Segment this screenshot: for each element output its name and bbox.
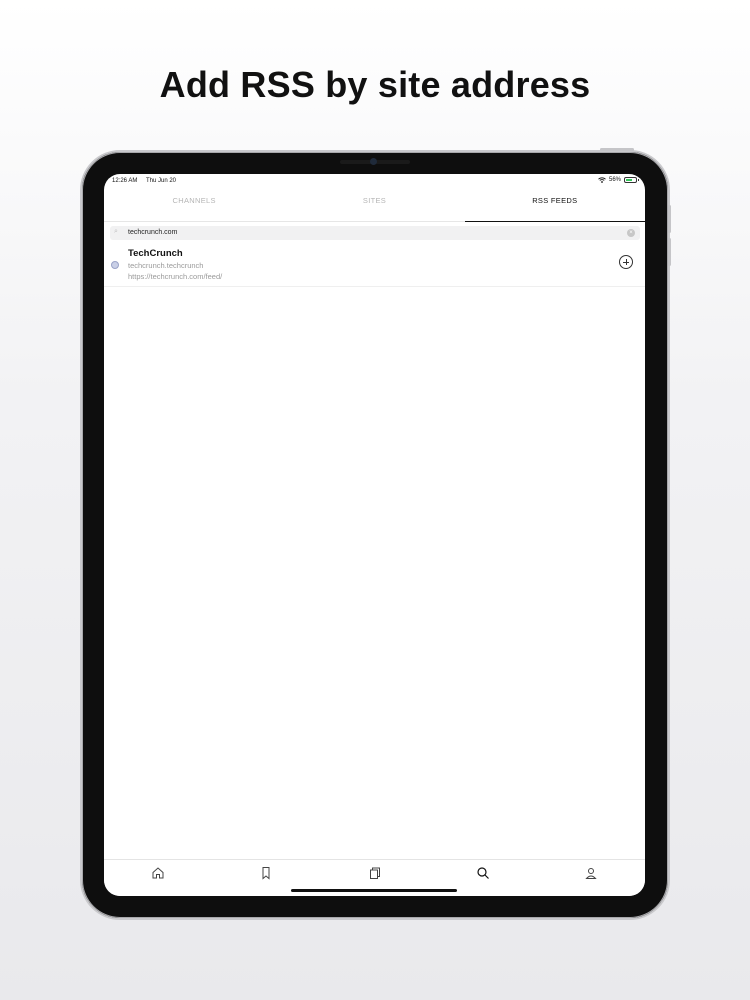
tab-sites[interactable]: SITES (284, 188, 464, 221)
tab-channels[interactable]: CHANNELS (104, 188, 284, 221)
status-bar: 12:26 AM Thu Jun 20 56% (104, 174, 645, 188)
tab-rss-feeds[interactable]: RSS FEEDS (464, 188, 645, 222)
device-volume-down-button (668, 238, 671, 266)
status-date: Thu Jun 20 (146, 178, 177, 184)
home-indicator (291, 889, 457, 892)
device-volume-up-button (668, 205, 671, 233)
bottom-tab-bar (104, 859, 645, 896)
tabbar-profile[interactable] (537, 860, 645, 896)
profile-icon (585, 868, 597, 879)
segment-tabs: CHANNELS SITES RSS FEEDS (104, 188, 645, 222)
battery-percent: 56% (608, 177, 621, 183)
app-screen: 12:26 AM Thu Jun 20 56% CHANNELS SITES R… (104, 174, 645, 896)
search-icon (477, 867, 489, 879)
search-icon: ⌕ (114, 228, 118, 235)
search-field[interactable]: ⌕ techcrunch.com × (110, 226, 640, 240)
clear-search-icon[interactable]: × (627, 229, 635, 237)
device-camera (370, 158, 377, 165)
home-icon (152, 867, 164, 879)
status-time: 12:26 AM (112, 178, 138, 184)
add-feed-button[interactable] (619, 255, 633, 269)
search-input-value[interactable]: techcrunch.com (128, 229, 177, 236)
device-top-button (600, 148, 634, 151)
list-item[interactable]: TechCrunch techcrunch.techcrunch https:/… (104, 244, 645, 287)
feed-url: https://techcrunch.com/feed/ (128, 272, 223, 281)
wifi-icon (598, 177, 606, 183)
feed-subtitle: techcrunch.techcrunch (128, 261, 204, 270)
feed-title: TechCrunch (128, 248, 183, 259)
status-right: 56% (598, 177, 639, 183)
page-headline: Add RSS by site address (159, 64, 591, 105)
copy-icon (369, 867, 380, 879)
site-favicon-icon (111, 261, 119, 269)
tabbar-home[interactable] (104, 860, 212, 896)
battery-icon (624, 177, 639, 183)
bookmark-icon (262, 867, 270, 880)
